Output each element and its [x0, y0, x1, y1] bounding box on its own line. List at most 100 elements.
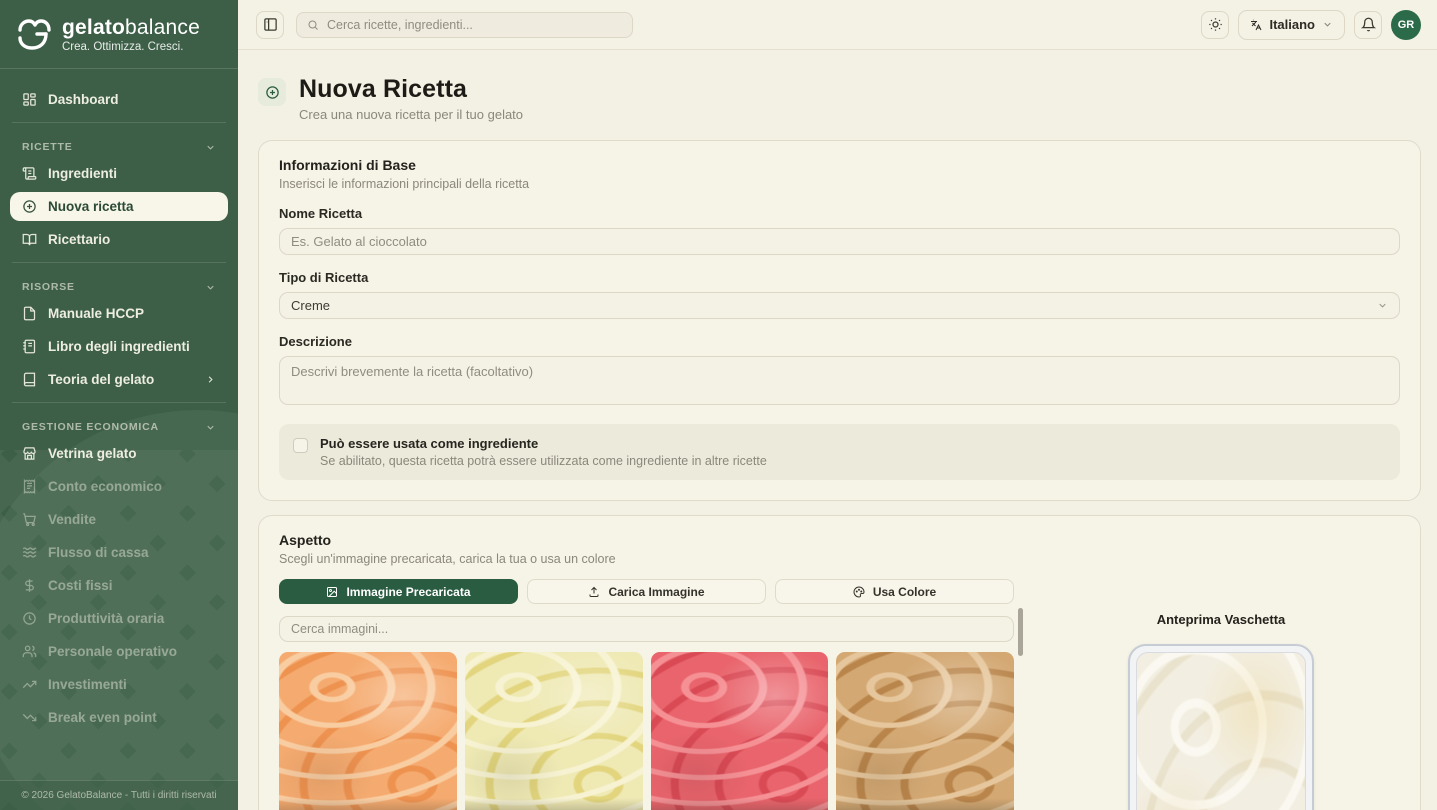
topbar: Italiano GR [238, 0, 1437, 50]
basic-info-card: Informazioni di Base Inserisci le inform… [258, 140, 1421, 501]
sidebar-item-label: Dashboard [48, 92, 119, 107]
page-subtitle: Crea una nuova ricetta per il tuo gelato [299, 107, 523, 122]
notifications-button[interactable] [1354, 11, 1382, 39]
recipe-name-input[interactable] [279, 228, 1400, 255]
sidebar-item-label: Teoria del gelato [48, 372, 154, 387]
upload-icon [588, 586, 600, 598]
sidebar-item-investimenti[interactable]: Investimenti [10, 670, 228, 699]
topbar-right: Italiano GR [1201, 10, 1421, 40]
shopping-cart-icon [22, 512, 37, 527]
global-search-input[interactable] [327, 18, 622, 32]
sidebar-item-costi-fissi[interactable]: Costi fissi [10, 571, 228, 600]
book-icon [22, 372, 37, 387]
sidebar-item-vendite[interactable]: Vendite [10, 505, 228, 534]
gelatobalance-logo-icon [12, 15, 52, 55]
global-search[interactable] [296, 12, 633, 38]
language-label: Italiano [1269, 17, 1315, 32]
sidebar-item-vetrina-gelato[interactable]: Vetrina gelato [10, 439, 228, 468]
dollar-icon [22, 578, 37, 593]
image-tile-anguria[interactable]: Anguria [651, 652, 829, 810]
sidebar-item-libro-ingredienti[interactable]: Libro degli ingredienti [10, 332, 228, 361]
store-icon [22, 446, 37, 461]
tile-label: Anguria [651, 798, 829, 810]
sidebar-item-dashboard[interactable]: Dashboard [10, 85, 228, 114]
section-label: RISORSE [22, 281, 75, 293]
sidebar-item-conto-economico[interactable]: Conto economico [10, 472, 228, 501]
sidebar-item-teoria-gelato[interactable]: Teoria del gelato [10, 365, 228, 394]
section-label: RICETTE [22, 141, 73, 153]
page-title: Nuova Ricetta [299, 75, 523, 104]
sidebar-item-personale-operativo[interactable]: Personale operativo [10, 637, 228, 666]
checkbox-title: Può essere usata come ingrediente [320, 436, 767, 451]
topbar-left [256, 11, 633, 39]
sidebar-item-nuova-ricetta[interactable]: Nuova ricetta [10, 192, 228, 221]
sidebar-item-label: Flusso di cassa [48, 545, 149, 560]
description-label: Descrizione [279, 334, 1400, 349]
brand-tagline: Crea. Ottimizza. Cresci. [62, 41, 200, 53]
image-icon [326, 586, 338, 598]
sidebar-section-risorse[interactable]: RISORSE [10, 271, 228, 299]
recipe-type-label: Tipo di Ricetta [279, 270, 1400, 285]
sidebar-item-ricettario[interactable]: Ricettario [10, 225, 228, 254]
sun-icon [1208, 17, 1223, 32]
sidebar-section-ricette[interactable]: RICETTE [10, 131, 228, 159]
theme-toggle-button[interactable] [1201, 11, 1229, 39]
tab-label: Carica Immagine [608, 585, 704, 599]
sidebar-item-manuale-hccp[interactable]: Manuale HCCP [10, 299, 228, 328]
sidebar-toggle-button[interactable] [256, 11, 284, 39]
tile-label: Ananas [465, 798, 643, 810]
receipt-icon [22, 479, 37, 494]
sidebar-item-produttivita-oraria[interactable]: Produttività oraria [10, 604, 228, 633]
usable-as-ingredient-checkbox[interactable] [293, 438, 308, 453]
sidebar-item-break-even-point[interactable]: Break even point [10, 703, 228, 732]
language-selector[interactable]: Italiano [1238, 10, 1345, 40]
checkbox-subtitle: Se abilitato, questa ricetta potrà esser… [320, 454, 767, 468]
sidebar: gelatobalance Crea. Ottimizza. Cresci. D… [0, 0, 238, 810]
sidebar-separator [12, 122, 226, 123]
image-search[interactable] [279, 616, 1014, 642]
brand-name: gelatobalance [62, 17, 200, 39]
recipe-type-select[interactable]: Creme [279, 292, 1400, 319]
plus-circle-icon [265, 85, 280, 100]
sidebar-item-label: Conto economico [48, 479, 162, 494]
image-grid-scrollbar-thumb[interactable] [1018, 608, 1023, 656]
image-tile-ananas[interactable]: Ananas [465, 652, 643, 810]
chevron-down-icon [205, 422, 216, 433]
image-tile-albicocca[interactable]: Albicocca [279, 652, 457, 810]
image-grid-scrollbar[interactable] [1018, 780, 1023, 810]
sidebar-item-label: Investimenti [48, 677, 127, 692]
app-root: gelatobalance Crea. Ottimizza. Cresci. D… [0, 0, 1437, 810]
brand-text: gelatobalance Crea. Ottimizza. Cresci. [62, 17, 200, 53]
scroll-icon [22, 166, 37, 181]
sidebar-item-label: Break even point [48, 710, 157, 725]
image-tile-arachide[interactable]: Arachide [836, 652, 1014, 810]
tab-preloaded-image[interactable]: Immagine Precaricata [279, 579, 518, 604]
usable-as-ingredient-panel: Può essere usata come ingrediente Se abi… [279, 424, 1400, 480]
sidebar-item-ingredienti[interactable]: Ingredienti [10, 159, 228, 188]
main-area: Italiano GR Nuova Ricetta Crea una nuova… [238, 0, 1437, 810]
tab-label: Immagine Precaricata [346, 585, 470, 599]
notebook-icon [22, 339, 37, 354]
plus-circle-icon [22, 199, 37, 214]
user-avatar[interactable]: GR [1391, 10, 1421, 40]
tab-upload-image[interactable]: Carica Immagine [527, 579, 766, 604]
sidebar-item-label: Personale operativo [48, 644, 177, 659]
trending-up-icon [22, 677, 37, 692]
dashboard-icon [22, 92, 37, 107]
description-textarea[interactable] [279, 356, 1400, 405]
palette-icon [853, 586, 865, 598]
image-search-input[interactable] [291, 622, 1002, 636]
sidebar-item-flusso-di-cassa[interactable]: Flusso di cassa [10, 538, 228, 567]
appearance-tabs: Immagine Precaricata Carica Immagine Usa… [279, 579, 1014, 604]
chevron-right-icon [205, 374, 216, 385]
sidebar-nav: Dashboard RICETTE Ingredienti Nuova rice… [0, 69, 238, 732]
sidebar-section-gestione-economica[interactable]: GESTIONE ECONOMICA [10, 411, 228, 439]
sidebar-separator [12, 402, 226, 403]
page-header: Nuova Ricetta Crea una nuova ricetta per… [258, 70, 1421, 140]
image-grid: Albicocca Ananas Anguria Arachide [279, 652, 1014, 810]
brand-name-bold: gelato [62, 16, 125, 39]
tab-use-color[interactable]: Usa Colore [775, 579, 1014, 604]
book-open-icon [22, 232, 37, 247]
page-header-text: Nuova Ricetta Crea una nuova ricetta per… [299, 75, 523, 122]
appearance-card: Aspetto Scegli un'immagine precaricata, … [258, 515, 1421, 810]
